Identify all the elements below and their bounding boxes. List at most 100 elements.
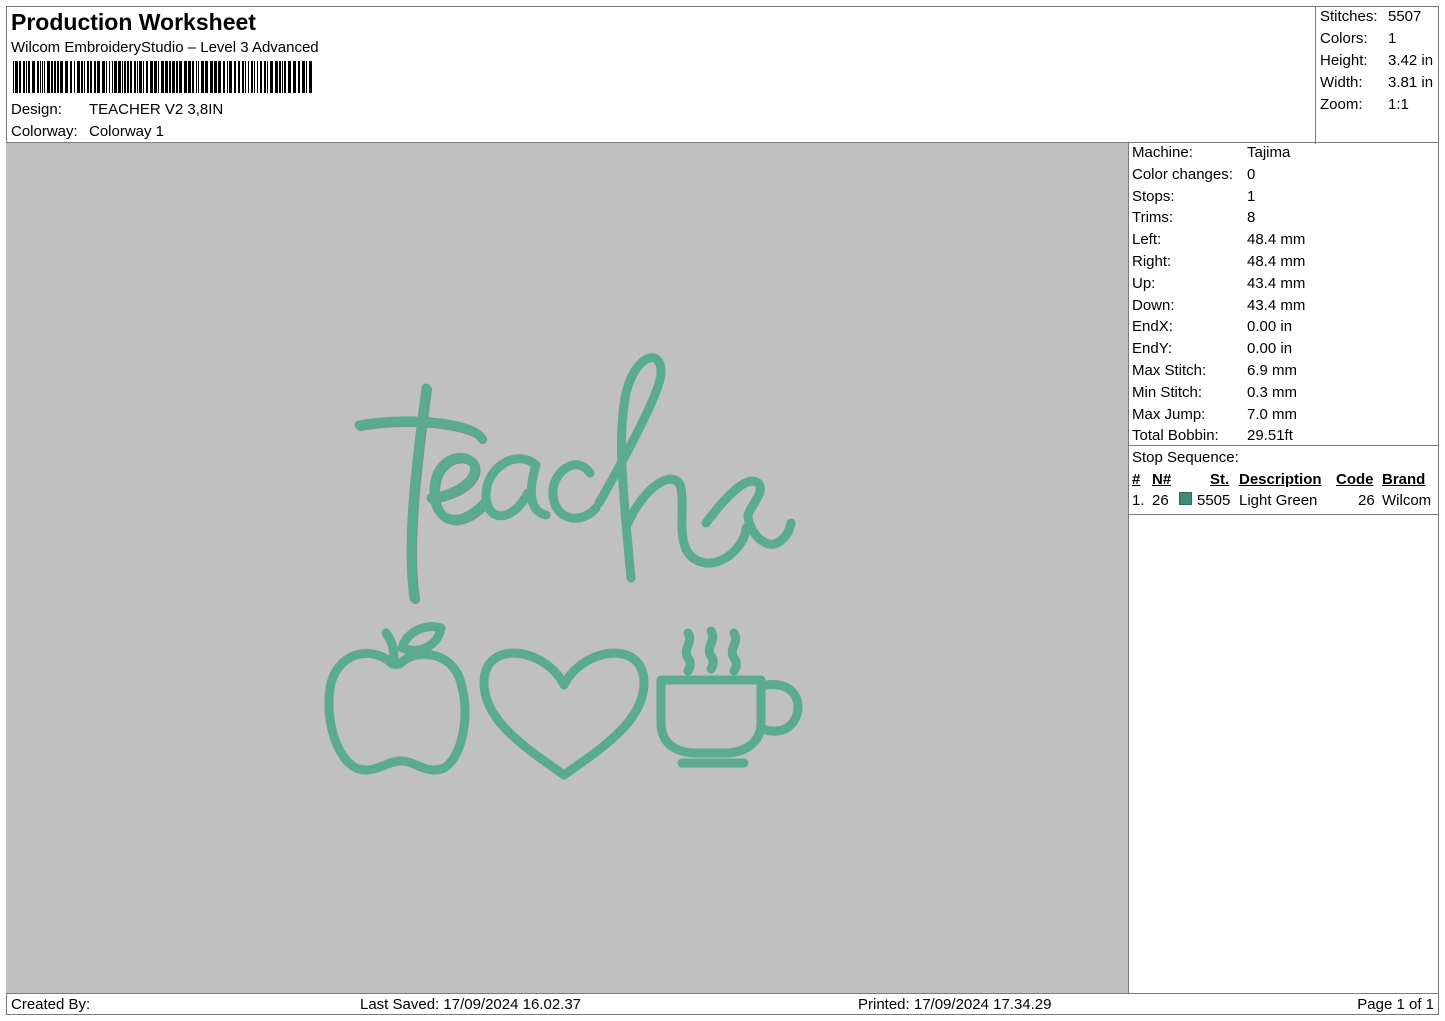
row-brand: Wilcom bbox=[1382, 492, 1432, 509]
design-row: Design: TEACHER V2 3,8IN bbox=[11, 101, 223, 118]
design-value: TEACHER V2 3,8IN bbox=[89, 101, 224, 118]
barcode-bar bbox=[229, 61, 232, 93]
barcode-bar bbox=[298, 61, 300, 93]
machine-info-row: Down: 43.4 mm bbox=[1132, 297, 1305, 314]
stitches-value: 5507 bbox=[1388, 8, 1422, 25]
barcode-bar bbox=[260, 61, 262, 93]
colors-value: 1 bbox=[1388, 30, 1397, 47]
height-value: 3.42 in bbox=[1388, 52, 1434, 69]
barcode-bar bbox=[223, 61, 225, 93]
barcode-bar bbox=[19, 61, 21, 93]
barcode-bar bbox=[114, 61, 117, 93]
stitches-label: Stitches: bbox=[1320, 8, 1378, 25]
machine-info-row: Machine: Tajima bbox=[1132, 144, 1290, 161]
barcode-bar bbox=[70, 61, 72, 93]
barcode-bar bbox=[84, 61, 85, 93]
page-number: Page 1 of 1 bbox=[1357, 996, 1434, 1013]
barcode-bar bbox=[192, 61, 194, 93]
machine-info-value: 48.4 mm bbox=[1247, 253, 1306, 270]
machine-info-label: EndY: bbox=[1132, 340, 1173, 358]
width-label: Width: bbox=[1320, 74, 1363, 91]
machine-info-label: Down: bbox=[1132, 296, 1175, 314]
machine-info-row: Max Jump: 7.0 mm bbox=[1132, 406, 1297, 423]
barcode-bar bbox=[130, 61, 132, 93]
colorway-row: Colorway: Colorway 1 bbox=[11, 123, 164, 140]
barcode-bar bbox=[139, 61, 142, 93]
barcode-bar bbox=[26, 61, 27, 93]
barcode-bar bbox=[293, 61, 296, 93]
barcode-bar bbox=[165, 61, 168, 93]
worksheet-header: Production Worksheet Wilcom EmbroiderySt… bbox=[6, 6, 1439, 144]
barcode-bar bbox=[134, 61, 136, 93]
machine-info-value: 8 bbox=[1247, 209, 1256, 227]
design-label: Design: bbox=[11, 101, 62, 118]
letter-h bbox=[594, 353, 751, 583]
barcode-bar bbox=[47, 61, 50, 93]
col-header-num: # bbox=[1132, 471, 1141, 488]
width-row: Width: 3.81 in bbox=[1320, 74, 1433, 91]
barcode-bar bbox=[42, 61, 43, 93]
machine-info-value: 0.3 mm bbox=[1247, 383, 1298, 401]
stitches-row: Stitches: 5507 bbox=[1320, 8, 1421, 25]
barcode-bar bbox=[97, 61, 100, 93]
barcode-bar bbox=[143, 61, 144, 93]
col-header-n: N# bbox=[1152, 471, 1172, 488]
barcode-bar bbox=[227, 61, 228, 93]
barcode-bar bbox=[13, 61, 14, 93]
machine-info-label: EndX: bbox=[1132, 318, 1173, 336]
barcode-bar bbox=[288, 61, 291, 93]
barcode-bar bbox=[74, 61, 75, 93]
barcode-bar bbox=[90, 61, 92, 93]
barcode-bar bbox=[51, 61, 53, 93]
barcode-bar bbox=[306, 61, 307, 93]
machine-info-label: Machine: bbox=[1132, 144, 1193, 161]
barcode-bar bbox=[267, 61, 268, 93]
machine-info-value: 0.00 in bbox=[1247, 340, 1293, 358]
barcode-bar bbox=[245, 61, 246, 93]
barcode-bar bbox=[218, 61, 221, 93]
barcode-bar bbox=[109, 61, 110, 93]
barcode-bar bbox=[196, 61, 197, 93]
color-swatch bbox=[1179, 492, 1192, 505]
barcode-bar bbox=[32, 61, 35, 93]
machine-info-row: Stops: 1 bbox=[1132, 188, 1255, 205]
barcode-bar bbox=[248, 61, 249, 93]
colorway-value: Colorway 1 bbox=[89, 123, 165, 140]
colors-label: Colors: bbox=[1320, 30, 1368, 47]
machine-info-row: Color changes: 0 bbox=[1132, 166, 1255, 183]
machine-info-value: 43.4 mm bbox=[1247, 296, 1306, 314]
barcode-bar bbox=[169, 61, 171, 93]
barcode-bar bbox=[44, 61, 45, 93]
height-row: Height: 3.42 in bbox=[1320, 52, 1433, 69]
barcode-bar bbox=[275, 61, 278, 93]
machine-info-label: Total Bobbin: bbox=[1132, 427, 1219, 445]
machine-info-value: 6.9 mm bbox=[1247, 362, 1298, 379]
barcode-bar bbox=[302, 61, 305, 93]
barcode-bar bbox=[28, 61, 30, 93]
heart-icon bbox=[479, 648, 649, 780]
machine-info-row: Left: 48.4 mm bbox=[1132, 231, 1305, 248]
width-value: 3.81 in bbox=[1388, 74, 1434, 91]
barcode-bar bbox=[127, 61, 129, 93]
barcode-bar bbox=[54, 61, 56, 93]
col-header-description: Description bbox=[1239, 471, 1322, 488]
machine-info-value: 48.4 mm bbox=[1247, 231, 1306, 249]
barcode-bar bbox=[161, 61, 164, 93]
barcode-bar bbox=[81, 61, 83, 93]
apple-icon bbox=[324, 622, 470, 775]
barcode-bar bbox=[270, 61, 273, 93]
machine-info-value: 0 bbox=[1247, 165, 1256, 183]
zoom-row: Zoom: 1:1 bbox=[1320, 96, 1409, 113]
row-stitches: 5505 bbox=[1197, 492, 1231, 509]
barcode-bar bbox=[23, 61, 25, 93]
machine-info-row: Total Bobbin: 29.51ft bbox=[1132, 427, 1293, 444]
row-num: 1. bbox=[1132, 492, 1145, 509]
barcode-bar bbox=[176, 61, 178, 93]
barcode-bar bbox=[137, 61, 138, 93]
machine-info-row: Max Stitch: 6.9 mm bbox=[1132, 362, 1297, 379]
barcode-bar bbox=[242, 61, 244, 93]
machine-info-label: Left: bbox=[1132, 231, 1162, 249]
embroidery-design bbox=[324, 353, 803, 780]
machine-info-row: Trims: 8 bbox=[1132, 209, 1255, 226]
barcode-bar bbox=[146, 61, 148, 93]
